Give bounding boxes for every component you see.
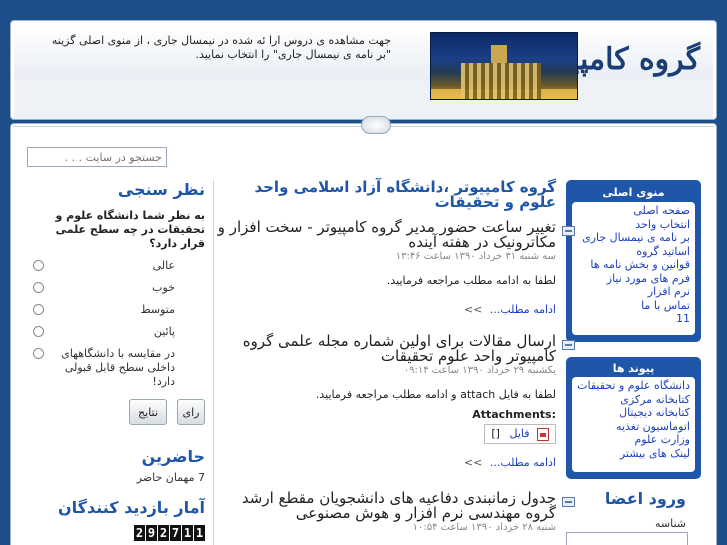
counter-digit: 7 [170, 525, 181, 541]
read-more-link[interactable]: ادامه مطلب... >> [216, 303, 556, 316]
article: تغییر ساعت حضور مدیر گروه کامپیوتر - سخت… [216, 220, 575, 316]
article-icon [562, 226, 575, 236]
poll-option-label: خوب [152, 281, 175, 294]
poll-radio[interactable] [33, 348, 44, 359]
counter-digit: 1 [182, 525, 193, 541]
links-list: دانشگاه علوم و تحقیقات کتابخانه مرکزی کت… [572, 377, 695, 472]
photo-building [461, 63, 541, 99]
menu-item-contact[interactable]: تماس با ما [577, 299, 690, 313]
article-title[interactable]: جدول زمانبندی دفاعیه های دانشجویان مقطع … [216, 490, 556, 521]
links-menu-title: پیوند ها [612, 362, 655, 375]
main-column: گروه کامپیوتر ،دانشگاه آزاد اسلامی واحد … [216, 180, 575, 533]
username-input[interactable] [566, 532, 688, 545]
poll-radio[interactable] [33, 282, 44, 293]
article-body: لطفا به فایل attach و ادامه مطلب مراجعه … [315, 388, 556, 401]
poll-option-label: متوسط [140, 303, 175, 316]
link-more-links[interactable]: لینک های بیشتر [577, 447, 690, 461]
poll-option-label: در مقایسه با دانشگاههای داخلی سطح قابل ق… [61, 347, 175, 388]
visitor-stats-title: آمار بازدید کنندگان [57, 498, 205, 517]
online-count: 7 مهمان حاضر [136, 471, 205, 484]
article-title[interactable]: ارسال مقالات برای اولین شماره مجله علمی … [216, 334, 556, 364]
article: ارسال مقالات برای اولین شماره مجله علمی … [216, 334, 575, 469]
article-title[interactable]: تغییر ساعت حضور مدیر گروه کامپیوتر - سخت… [216, 220, 556, 250]
attachment-link[interactable]: فایل [] [484, 424, 556, 444]
visitor-counter: 2 9 2 7 1 1 [33, 525, 205, 541]
article-icon [562, 340, 575, 350]
poll-buttons: رای نتایج [33, 399, 205, 425]
counter-digit: 9 [146, 525, 157, 541]
search-input[interactable] [27, 147, 167, 167]
poll-option[interactable]: متوسط [33, 303, 205, 317]
scroll-handle[interactable] [361, 116, 391, 134]
poll-radio[interactable] [33, 260, 44, 271]
results-button[interactable]: نتایج [129, 399, 167, 425]
menu-item-home[interactable]: صفحه اصلی [577, 204, 690, 218]
poll-radio[interactable] [33, 326, 44, 337]
read-more-label[interactable]: ادامه مطلب... [490, 456, 556, 469]
article-body: لطفا به ادامه مطلب مراجعه فرمایید. [386, 274, 556, 287]
username-label: شناسه [654, 517, 686, 530]
article-date: سه شنبه ۳۱ خرداد ۱۳۹۰ ساعت ۱۳:۴۶ [395, 251, 556, 262]
read-more-label[interactable]: ادامه مطلب... [490, 303, 556, 316]
poll-radio[interactable] [33, 304, 44, 315]
read-more-arrow: >> [463, 303, 483, 316]
menu-item-faculty[interactable]: اساتید گروه [577, 245, 690, 259]
menu-item-forms[interactable]: فرم های مورد نیاز [577, 272, 690, 286]
university-building-photo [430, 32, 578, 100]
poll-option[interactable]: پائین [33, 325, 205, 339]
attachments-heading: Attachments: [472, 408, 556, 421]
login-title: ورود اعضا [604, 489, 686, 508]
article-icon [562, 496, 575, 507]
main-heading[interactable]: گروه کامپیوتر ،دانشگاه آزاد اسلامی واحد … [216, 180, 556, 210]
menu-item-regulations[interactable]: قوانین و بخش نامه ها [577, 258, 690, 272]
poll-option[interactable]: عالی [33, 259, 205, 273]
poll-question: به نظر شما دانشگاه علوم و تحقیقات در چه … [55, 209, 205, 250]
link-ministry-of-science[interactable]: وزارت علوم [577, 433, 690, 447]
menu-item-semester-schedule[interactable]: بر نامه ی نیمسال جاری [577, 231, 690, 245]
main-menu: منوی اصلی صفحه اصلی انتخاب واحد بر نامه … [566, 180, 701, 342]
poll-option[interactable]: خوب [33, 281, 205, 295]
article: جدول زمانبندی دفاعیه های دانشجویان مقطع … [216, 490, 575, 533]
content-area: منوی اصلی صفحه اصلی انتخاب واحد بر نامه … [10, 116, 717, 545]
menu-item-11[interactable]: 11 [577, 312, 690, 326]
column-divider [213, 180, 214, 545]
left-column: نظر سنجی به نظر شما دانشگاه علوم و تحقیق… [33, 180, 205, 541]
article-date: یکشنبه ۲۹ خرداد ۱۳۹۰ ساعت ۰۹:۱۴ [403, 365, 556, 376]
link-digital-library[interactable]: کتابخانه دیجیتال [577, 406, 690, 420]
photo-tower [491, 45, 507, 63]
header-notice: جهت مشاهده ی دروس ارا ئه شده در نیمسال ج… [51, 34, 391, 61]
header-lower-band [14, 79, 713, 119]
poll-option[interactable]: در مقایسه با دانشگاههای داخلی سطح قابل ق… [33, 347, 205, 389]
link-food-automation[interactable]: اتوماسیون تغذیه [577, 420, 690, 434]
menu-item-software[interactable]: نرم افزار [577, 285, 690, 299]
attachment-size: [] [491, 427, 500, 440]
poll-option-label: پائین [153, 325, 175, 338]
article-date: شنبه ۲۸ خرداد ۱۳۹۰ ساعت ۱۰:۵۴ [412, 521, 556, 533]
counter-digit: 2 [158, 525, 169, 541]
counter-digit: 1 [194, 525, 205, 541]
online-title: حاضرین [141, 447, 205, 466]
poll-option-label: عالی [152, 259, 175, 272]
read-more-arrow: >> [463, 455, 483, 469]
link-science-research-university[interactable]: دانشگاه علوم و تحقیقات [577, 379, 690, 393]
poll-title: نظر سنجی [117, 180, 205, 199]
links-menu: پیوند ها دانشگاه علوم و تحقیقات کتابخانه… [566, 357, 701, 479]
menu-item-course-selection[interactable]: انتخاب واحد [577, 218, 690, 232]
main-menu-list: صفحه اصلی انتخاب واحد بر نامه ی نیمسال ج… [572, 202, 695, 335]
read-more-link[interactable]: ادامه مطلب... >> [216, 456, 556, 469]
counter-digit: 2 [134, 525, 145, 541]
main-menu-title: منوی اصلی [602, 186, 665, 199]
site-header: گروه کامپیوتر جهت مشاهده ی دروس ارا ئه ش… [10, 20, 717, 120]
link-central-library[interactable]: کتابخانه مرکزی [577, 393, 690, 407]
attachment-name[interactable]: فایل [509, 427, 529, 440]
pdf-icon [537, 427, 549, 441]
vote-button[interactable]: رای [177, 399, 205, 425]
